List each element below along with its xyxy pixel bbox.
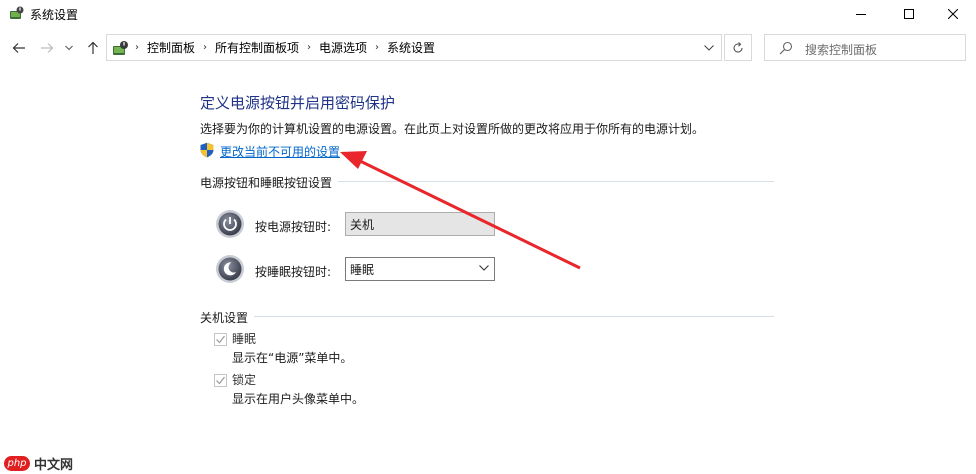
forward-button[interactable] <box>37 38 57 58</box>
arrow-right-icon <box>41 43 54 53</box>
close-button[interactable] <box>930 0 976 28</box>
uac-shield-icon <box>200 142 214 158</box>
sleep-button-action-value: 睡眠 <box>350 262 375 277</box>
recent-locations-button[interactable] <box>62 38 76 58</box>
control-panel-icon <box>113 41 128 55</box>
watermark: php 中文网 <box>4 454 73 473</box>
sleep-checkbox-label: 睡眠 <box>232 332 257 346</box>
arrow-up-icon <box>88 41 98 54</box>
breadcrumb: › 控制面板 › 所有控制面板项 › 电源选项 › 系统设置 <box>133 35 435 60</box>
annotation-arrow <box>340 151 581 270</box>
back-button[interactable] <box>9 38 29 58</box>
power-buttons-section-title: 电源按钮和睡眠按钮设置 <box>200 174 339 191</box>
breadcrumb-item[interactable]: 系统设置 <box>387 39 435 56</box>
sleep-button-label: 按睡眠按钮时: <box>255 265 332 279</box>
breadcrumb-item[interactable]: 所有控制面板项 <box>215 39 299 56</box>
checkmark-icon <box>216 335 225 344</box>
breadcrumb-separator-icon: › <box>135 42 139 53</box>
address-bar[interactable]: › 控制面板 › 所有控制面板项 › 电源选项 › 系统设置 <box>106 34 722 61</box>
power-button-action-select: 关机 <box>345 212 495 236</box>
power-button-icon <box>216 210 244 238</box>
search-input[interactable]: 搜索控制面板 <box>764 34 966 61</box>
app-icon <box>10 6 24 19</box>
minimize-icon <box>856 14 866 15</box>
sleep-checkbox-description: 显示在“电源”菜单中。 <box>232 351 353 365</box>
sleep-button-icon <box>216 255 244 283</box>
maximize-icon <box>904 9 914 19</box>
breadcrumb-separator-icon: › <box>375 42 380 53</box>
lock-checkbox-label: 锁定 <box>232 373 257 387</box>
maximize-button[interactable] <box>886 0 932 28</box>
chevron-down-icon <box>479 265 489 271</box>
breadcrumb-item[interactable]: 电源选项 <box>319 39 367 56</box>
power-button-action-value: 关机 <box>350 217 375 232</box>
up-button[interactable] <box>83 38 103 58</box>
window-title: 系统设置 <box>30 8 79 22</box>
page-title: 定义电源按钮并启用密码保护 <box>200 94 396 112</box>
watermark-badge: php <box>4 456 30 471</box>
power-button-label: 按电源按钮时: <box>255 220 332 234</box>
checkmark-icon <box>216 376 225 385</box>
address-history-button[interactable] <box>695 34 722 61</box>
chevron-down-icon <box>65 45 73 51</box>
arrow-left-icon <box>12 43 25 53</box>
title-bar: 系统设置 <box>0 0 976 28</box>
search-icon <box>779 41 793 55</box>
close-icon <box>948 9 958 19</box>
refresh-button[interactable] <box>724 34 752 61</box>
sleep-checkbox[interactable] <box>214 333 227 346</box>
sleep-button-action-select[interactable]: 睡眠 <box>345 257 495 281</box>
lock-checkbox-description: 显示在用户头像菜单中。 <box>232 392 365 406</box>
breadcrumb-separator-icon: › <box>203 42 208 53</box>
watermark-text: 中文网 <box>34 458 74 473</box>
refresh-icon <box>733 41 743 53</box>
breadcrumb-item[interactable]: 控制面板 <box>147 39 195 56</box>
minimize-button[interactable] <box>838 0 884 28</box>
section-divider <box>200 316 774 317</box>
lock-checkbox[interactable] <box>214 374 227 387</box>
breadcrumb-separator-icon: › <box>307 42 312 53</box>
page-description: 选择要为你的计算机设置的电源设置。在此页上对设置所做的更改将应用于你所有的电源计… <box>200 122 705 136</box>
search-placeholder: 搜索控制面板 <box>805 43 878 57</box>
shutdown-section-title: 关机设置 <box>200 309 255 326</box>
chevron-down-icon <box>703 44 714 51</box>
change-unavailable-settings-link[interactable]: 更改当前不可用的设置 <box>220 143 340 160</box>
